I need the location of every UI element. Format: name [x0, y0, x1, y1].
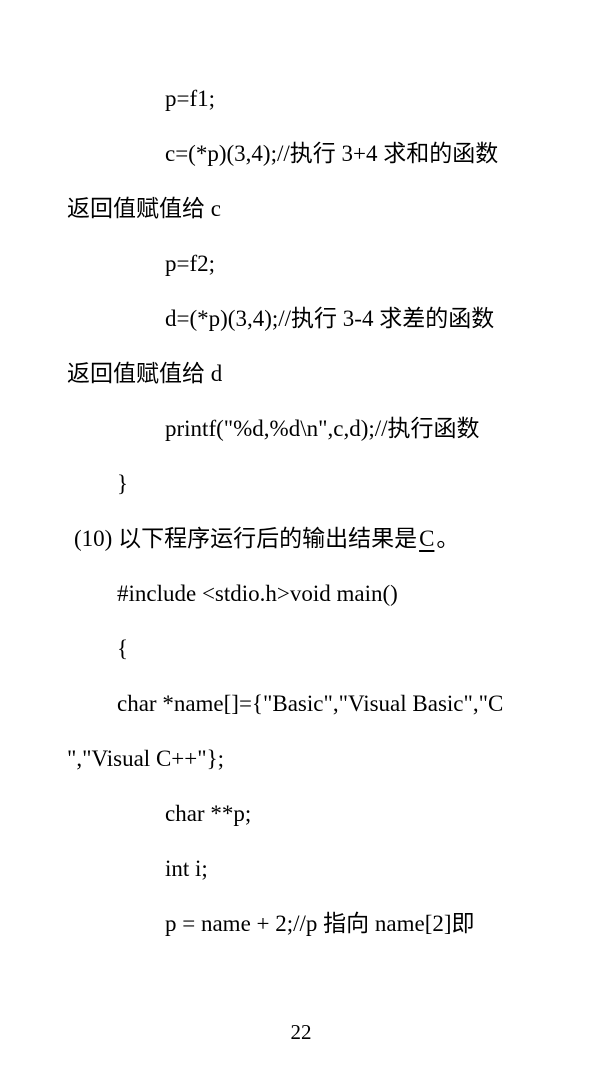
code-line-11: char *name[]={"Basic","Visual Basic","C: [117, 691, 504, 716]
code-line-1: p=f1;: [165, 86, 216, 111]
code-line-2: c=(*p)(3,4);//执行 3+4 求和的函数: [165, 141, 499, 166]
code-line-7: printf("%d,%d\n",c,d);//执行函数: [165, 416, 480, 441]
page-number: 22: [290, 1020, 312, 1044]
code-line-4: p=f2;: [165, 251, 216, 276]
code-line-5: d=(*p)(3,4);//执行 3-4 求差的函数: [165, 306, 495, 331]
code-line-3: 返回值赋值给 c: [67, 196, 221, 221]
question-10: (10) 以下程序运行后的输出结果是 C 。: [74, 524, 459, 554]
code-line-14: int i;: [165, 856, 208, 881]
question-text: (10) 以下程序运行后的输出结果是: [74, 526, 418, 551]
code-line-15: p = name + 2;//p 指向 name[2]即: [165, 911, 475, 936]
code-line-9: #include <stdio.h>void main(): [117, 581, 398, 606]
code-line-12: ","Visual C++"};: [67, 746, 225, 771]
document-page: p=f1; c=(*p)(3,4);//执行 3+4 求和的函数 返回值赋值给 …: [0, 0, 602, 1071]
question-answer: C: [419, 526, 435, 551]
code-line-6: 返回值赋值给 d: [67, 361, 223, 386]
question-suffix: 。: [436, 526, 460, 551]
code-line-10: {: [117, 636, 129, 661]
code-line-8: }: [117, 471, 129, 496]
code-line-13: char **p;: [165, 801, 252, 826]
